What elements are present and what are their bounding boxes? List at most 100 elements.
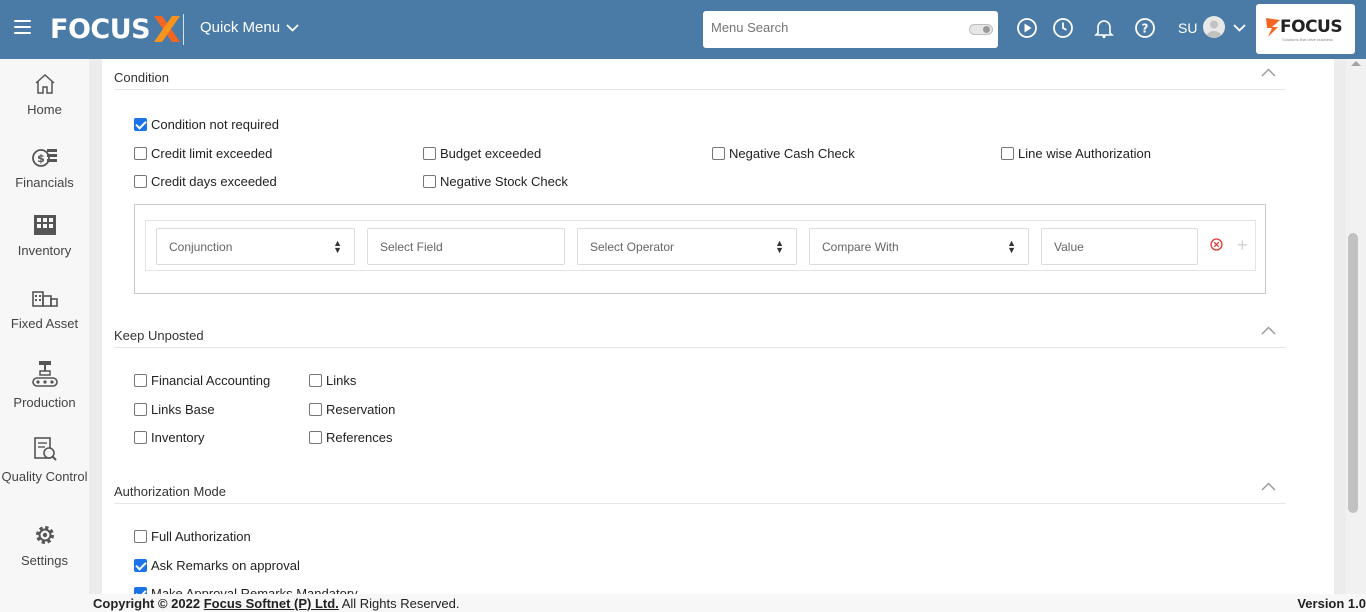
version: Version 1.0 [1297, 596, 1366, 611]
checkbox[interactable] [134, 587, 147, 594]
checkbox-credit-limit-exceeded[interactable]: Credit limit exceeded [134, 146, 272, 161]
play-icon[interactable] [1016, 17, 1038, 39]
remove-row-icon[interactable] [1210, 238, 1223, 251]
sidebar-item-home[interactable]: Home [0, 72, 89, 120]
help-icon[interactable]: ? [1134, 17, 1156, 39]
checkbox[interactable] [309, 374, 322, 387]
company-link[interactable]: Focus Softnet (P) Ltd. [204, 596, 339, 611]
sidebar-item-label: Settings [21, 553, 68, 568]
menu-search-input[interactable] [711, 20, 961, 35]
section-title: Condition [114, 70, 169, 85]
condition-section-header[interactable]: Condition [114, 59, 1286, 90]
authorization-mode-section-header[interactable]: Authorization Mode [114, 473, 1286, 504]
footer: Copyright © 2022 Focus Softnet (P) Ltd. … [89, 594, 1366, 612]
focus-logo[interactable]: FOCUS [50, 12, 182, 46]
operator-select[interactable]: Select Operator ▲ ▼ [577, 228, 797, 265]
checkbox-links-base[interactable]: Links Base [134, 402, 215, 417]
checkbox-full-authorization[interactable]: Full Authorization [134, 529, 251, 544]
checkbox[interactable] [1001, 147, 1014, 160]
checkbox-condition-not-required[interactable]: Condition not required [134, 117, 279, 132]
svg-text:$: $ [37, 152, 45, 165]
sort-arrows-icon: ▲ ▼ [1007, 238, 1016, 255]
sort-arrows-icon: ▲ ▼ [775, 238, 784, 255]
sidebar-item-label: Quality Control [1, 469, 88, 484]
add-row-icon[interactable]: + [1237, 235, 1248, 256]
avatar[interactable] [1203, 16, 1225, 38]
search-toggle[interactable] [969, 24, 993, 35]
brand-logo: FOCUS Solutions that drive business [1256, 4, 1355, 54]
user-initials[interactable]: SU [1178, 20, 1197, 36]
logo-x-icon [154, 16, 181, 42]
checkbox[interactable] [134, 175, 147, 188]
checkbox-budget-exceeded[interactable]: Budget exceeded [423, 146, 541, 161]
checkbox-reservation[interactable]: Reservation [309, 402, 395, 417]
production-icon [31, 361, 58, 387]
sidebar: Home $ Financials Inventory Fixed Asset … [0, 59, 89, 612]
checkbox[interactable] [423, 147, 436, 160]
chevron-up-icon[interactable] [1261, 326, 1276, 335]
quick-menu-label: Quick Menu [200, 19, 281, 36]
sidebar-item-fixed-asset[interactable]: Fixed Asset [0, 286, 89, 334]
checkbox-credit-days-exceeded[interactable]: Credit days exceeded [134, 174, 277, 189]
sidebar-item-settings[interactable]: Settings [0, 523, 89, 571]
checkbox-line-wise-authorization[interactable]: Line wise Authorization [1001, 146, 1151, 161]
checkbox[interactable] [134, 403, 147, 416]
menu-search[interactable] [703, 11, 998, 48]
checkbox-ask-remarks-on-approval[interactable]: Ask Remarks on approval [134, 558, 300, 573]
brand-text: FOCUS [1280, 17, 1343, 37]
conjunction-select[interactable]: Conjunction ▲ ▼ [156, 228, 355, 265]
value-input[interactable]: Value [1041, 228, 1198, 265]
sidebar-item-inventory[interactable]: Inventory [0, 213, 89, 261]
checkbox-inventory[interactable]: Inventory [134, 430, 204, 445]
checkbox-negative-stock-check[interactable]: Negative Stock Check [423, 174, 568, 189]
sidebar-item-label: Home [27, 102, 62, 117]
sidebar-item-quality-control[interactable]: Quality Control [0, 435, 89, 487]
quick-menu-button[interactable]: Quick Menu [200, 19, 299, 36]
bell-icon[interactable] [1093, 17, 1115, 39]
sidebar-item-financials[interactable]: $ Financials [0, 145, 89, 193]
checkbox[interactable] [134, 118, 147, 131]
sidebar-item-label: Production [13, 395, 76, 410]
checkbox[interactable] [134, 431, 147, 444]
section-title: Authorization Mode [114, 484, 227, 499]
chevron-up-icon[interactable] [1261, 68, 1276, 77]
scroll-up-arrow-icon[interactable] [1351, 61, 1361, 66]
checkbox[interactable] [309, 431, 322, 444]
checkbox[interactable] [423, 175, 436, 188]
sidebar-item-label: Inventory [17, 243, 72, 258]
logo-text: FOCUS [50, 13, 151, 45]
checkbox[interactable] [134, 374, 147, 387]
copyright: Copyright © 2022 Focus Softnet (P) Ltd. … [93, 596, 460, 611]
brand-tagline: Solutions that drive business [1282, 37, 1333, 42]
checkbox[interactable] [134, 559, 147, 572]
condition-builder-panel: Conjunction ▲ ▼ Select Field Select Opera… [134, 204, 1266, 294]
compare-with-select[interactable]: Compare With ▲ ▼ [809, 228, 1029, 265]
checkbox-negative-cash-check[interactable]: Negative Cash Check [712, 146, 855, 161]
checkbox-make-approval-remarks-mandatory[interactable]: Make Approval Remarks Mandatory [134, 586, 358, 594]
condition-row: Conjunction ▲ ▼ Select Field Select Opera… [145, 220, 1256, 271]
checkbox-financial-accounting[interactable]: Financial Accounting [134, 373, 270, 388]
sort-arrows-icon: ▲ ▼ [333, 238, 342, 255]
checkbox-references[interactable]: References [309, 430, 392, 445]
top-bar: FOCUS Quick Menu ? SU FOCUS Solutions th… [0, 0, 1366, 59]
checkbox[interactable] [134, 530, 147, 543]
quality-control-icon [33, 437, 57, 461]
user-menu-chevron-icon[interactable] [1233, 24, 1246, 32]
keep-unposted-section-header[interactable]: Keep Unposted [114, 317, 1286, 348]
checkbox[interactable] [134, 147, 147, 160]
select-field-input[interactable]: Select Field [367, 228, 565, 265]
scroll-thumb[interactable] [1348, 233, 1358, 513]
section-title: Keep Unposted [114, 328, 204, 343]
chevron-up-icon[interactable] [1261, 482, 1276, 491]
checkbox[interactable] [309, 403, 322, 416]
sidebar-item-production[interactable]: Production [0, 359, 89, 413]
checkbox[interactable] [712, 147, 725, 160]
svg-text:?: ? [1142, 22, 1149, 36]
page-scrollbar[interactable] [1346, 59, 1366, 612]
checkbox-links[interactable]: Links [309, 373, 356, 388]
chevron-down-icon [286, 23, 299, 32]
sidebar-item-label: Fixed Asset [10, 316, 79, 331]
hamburger-menu-icon[interactable] [14, 20, 31, 34]
fixed-asset-icon [31, 291, 58, 307]
clock-icon[interactable] [1052, 17, 1074, 39]
